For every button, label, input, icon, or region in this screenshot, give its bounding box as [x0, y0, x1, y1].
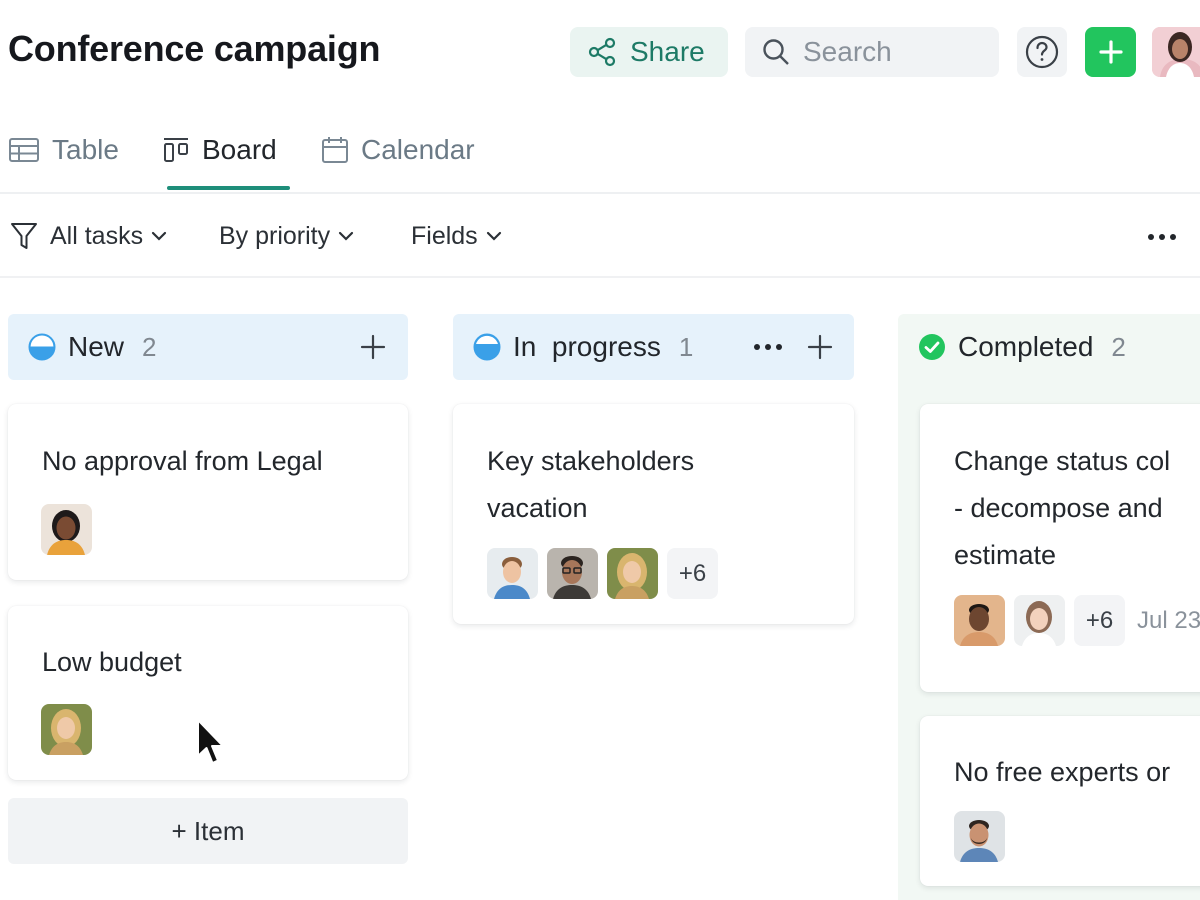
avatar-man-light-icon [487, 548, 538, 599]
check-circle-icon [919, 334, 945, 360]
column-count: 2 [142, 331, 157, 362]
column-count: 1 [678, 331, 694, 362]
avatar[interactable] [547, 548, 598, 599]
tab-board[interactable]: Board [162, 122, 277, 178]
tab-table[interactable]: Table [8, 122, 119, 178]
avatar[interactable] [41, 504, 92, 555]
group-label: By priority [219, 221, 331, 250]
help-button[interactable] [1017, 27, 1067, 77]
share-button[interactable]: Share [570, 27, 728, 77]
avatar[interactable] [954, 595, 1005, 646]
add-card-icon[interactable] [360, 334, 386, 360]
avatar-woman-icon [1152, 27, 1200, 77]
filter-dropdown[interactable]: All tasks [10, 218, 167, 254]
avatar-man-glasses-icon [547, 548, 598, 599]
avatar-woman-light-icon [1014, 595, 1065, 646]
due-date: Jul 23 [1137, 606, 1200, 634]
board-icon [164, 138, 188, 162]
fields-label: Fields [411, 221, 478, 250]
chevron-down-icon [339, 231, 354, 241]
column-title: In progress [513, 331, 661, 362]
board-toolbar: All tasks By priority Fields [0, 196, 1200, 278]
column-count: 2 [1111, 331, 1126, 362]
plus-icon [1098, 40, 1123, 64]
chevron-down-icon [486, 231, 501, 241]
card-assignees: +6 Jul 23 [954, 595, 1200, 646]
avatar-man-beard-icon [954, 811, 1005, 862]
share-icon [588, 37, 616, 67]
mouse-cursor-icon [197, 719, 224, 764]
avatar-woman-blonde-icon [41, 704, 92, 755]
avatar[interactable] [607, 548, 658, 599]
chevron-down-icon [151, 231, 167, 241]
card-title-line: vacation [487, 493, 588, 523]
add-item-button[interactable]: + Item [8, 798, 408, 864]
filter-label: All tasks [50, 221, 144, 250]
task-card[interactable]: Key stakeholders vacation +6 [453, 404, 854, 624]
user-avatar[interactable] [1152, 27, 1200, 77]
avatar[interactable] [1014, 595, 1065, 646]
fields-dropdown[interactable]: Fields [411, 218, 502, 254]
search-box[interactable] [745, 27, 999, 77]
more-assignees-chip[interactable]: +6 [1074, 595, 1125, 646]
card-assignees [41, 504, 101, 555]
card-title: Low budget [42, 647, 182, 677]
avatar[interactable] [954, 811, 1005, 862]
card-title: No approval from Legal [42, 446, 323, 476]
card-assignees: +6 [487, 548, 718, 599]
tab-label: Table [52, 134, 119, 165]
add-button[interactable] [1085, 27, 1136, 77]
active-tab-indicator [167, 186, 290, 190]
card-title: No free experts or [954, 757, 1171, 787]
table-icon [9, 138, 39, 162]
task-card[interactable]: Change status col - decompose and estima… [920, 404, 1200, 692]
card-assignees [41, 704, 101, 755]
more-horizontal-icon[interactable] [753, 343, 783, 351]
column-header-new: New 2 [8, 314, 408, 380]
page-title: Conference campaign [8, 28, 381, 69]
column-header-in-progress: In progress 1 [453, 314, 854, 380]
avatar-woman-dark-hair-icon [41, 504, 92, 555]
more-horizontal-icon [1148, 234, 1176, 240]
tab-label: Board [202, 134, 277, 165]
help-icon [1025, 35, 1059, 69]
task-card[interactable]: No free experts or [920, 716, 1200, 886]
column-header-completed: Completed 2 [898, 314, 1200, 380]
card-title-line: estimate [954, 540, 1057, 570]
card-title-line: Change status col [954, 446, 1171, 476]
add-card-icon[interactable] [807, 334, 833, 360]
avatar-man-dark-icon [954, 595, 1005, 646]
calendar-icon [322, 137, 348, 163]
group-by-dropdown[interactable]: By priority [219, 218, 354, 254]
column-title: Completed [958, 331, 1094, 362]
search-icon [763, 39, 789, 65]
more-options-button[interactable] [1145, 222, 1179, 252]
avatar[interactable] [41, 704, 92, 755]
status-in-progress-icon [473, 333, 501, 361]
search-input[interactable] [803, 36, 983, 68]
tab-label: Calendar [361, 134, 475, 165]
card-title-line: - decompose and [954, 493, 1163, 523]
column-title: New [68, 331, 125, 362]
view-tabs: Table Board Calendar [0, 110, 1200, 194]
share-label: Share [630, 36, 705, 67]
task-card[interactable]: No approval from Legal [8, 404, 408, 580]
avatar-woman-blonde-icon [607, 548, 658, 599]
status-new-icon [28, 333, 56, 361]
tab-calendar[interactable]: Calendar [321, 122, 475, 178]
more-assignees-chip[interactable]: +6 [667, 548, 718, 599]
avatar[interactable] [487, 548, 538, 599]
card-assignees [954, 811, 1014, 862]
card-title-line: Key stakeholders [487, 446, 695, 476]
filter-icon [11, 223, 37, 249]
